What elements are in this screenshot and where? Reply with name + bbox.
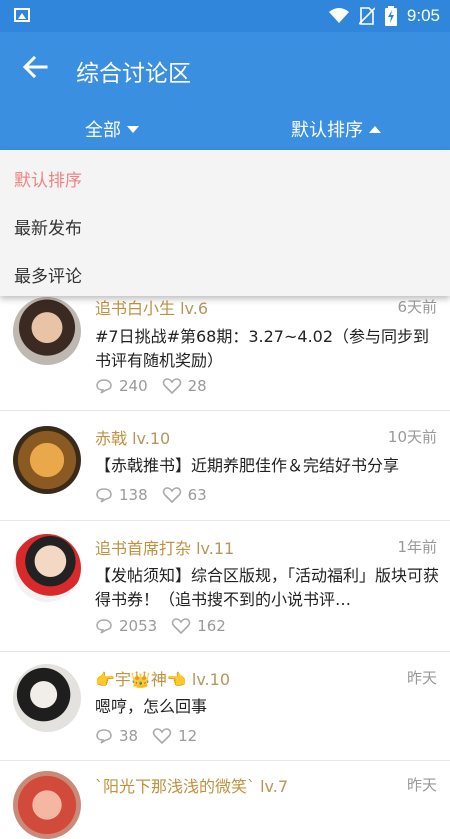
wifi-icon — [328, 8, 349, 23]
comment-icon — [96, 488, 112, 503]
page-title: 综合讨论区 — [76, 61, 191, 87]
sort-filter[interactable]: 默认排序 — [291, 116, 381, 142]
sort-filter-label: 默认排序 — [291, 120, 363, 141]
post-author[interactable]: 👉宇👑神👈 lv.10 — [95, 666, 230, 690]
post-stats: 240 28 — [95, 377, 207, 395]
post-title[interactable]: 【赤戟推书】近期养肥佳作＆完结好书分享 — [95, 454, 440, 478]
post-item[interactable]: `阳光下那浅浅的微笑` lv.7 昨天 — [0, 761, 450, 839]
comment-icon — [96, 729, 112, 744]
comment-count: 38 — [119, 727, 139, 745]
post-stats: 138 63 — [95, 486, 207, 504]
post-title[interactable]: #7日挑战#第68期：3.27~4.02（参与同步到书评有随机奖励） — [95, 325, 440, 373]
post-title[interactable]: 嗯哼，怎么回事 — [95, 695, 440, 719]
caret-down-icon — [127, 125, 139, 133]
like-count: 63 — [187, 486, 207, 504]
status-time: 9:05 — [406, 6, 440, 25]
back-arrow-icon[interactable] — [20, 52, 50, 82]
heart-icon — [152, 728, 172, 745]
caret-up-icon — [369, 125, 381, 133]
post-title[interactable]: 【发帖须知】综合区版规，「活动福利」版块可获得书券！（追书搜不到的小说书评… — [95, 564, 440, 612]
avatar[interactable] — [13, 771, 81, 839]
post-author[interactable]: 追书首席打杂 lv.11 — [95, 535, 234, 559]
post-stats: 38 12 — [95, 727, 197, 745]
comment-icon — [96, 619, 112, 634]
battery-charging-icon — [384, 6, 397, 26]
avatar[interactable] — [13, 426, 81, 494]
avatar[interactable] — [13, 534, 81, 602]
post-time: 6天前 — [397, 298, 437, 316]
sort-option-default[interactable]: 默认排序 — [14, 166, 82, 191]
post-author[interactable]: `阳光下那浅浅的微笑` lv.7 — [95, 773, 288, 797]
like-count: 12 — [178, 727, 198, 745]
comment-icon — [96, 379, 112, 394]
avatar[interactable] — [13, 297, 81, 365]
post-item[interactable]: 追书首席打杂 lv.11 1年前 【发帖须知】综合区版规，「活动福利」版块可获得… — [0, 521, 450, 652]
comment-count: 240 — [119, 377, 148, 395]
like-button[interactable]: 12 — [152, 727, 197, 745]
like-button[interactable]: 162 — [171, 617, 226, 635]
status-bar: 9:05 — [0, 0, 450, 32]
category-filter-label: 全部 — [85, 120, 121, 141]
avatar[interactable] — [13, 664, 81, 732]
heart-icon — [162, 378, 181, 395]
sort-dropdown-menu: 默认排序 最新发布 最多评论 — [0, 150, 450, 296]
post-item[interactable]: 赤戟 lv.10 10天前 【赤戟推书】近期养肥佳作＆完结好书分享 138 63 — [0, 411, 450, 521]
like-button[interactable]: 63 — [162, 486, 207, 504]
toolbar: 综合讨论区 全部 默认排序 — [0, 32, 450, 150]
heart-icon — [171, 618, 191, 635]
post-author[interactable]: 追书白小生 lv.6 — [95, 295, 208, 319]
like-count: 28 — [187, 377, 207, 395]
sort-option-newest[interactable]: 最新发布 — [14, 214, 82, 239]
post-time: 昨天 — [406, 669, 437, 687]
like-button[interactable]: 28 — [162, 377, 207, 395]
sort-option-most-comments[interactable]: 最多评论 — [14, 262, 82, 287]
no-sim-icon — [358, 7, 375, 25]
post-time: 1年前 — [397, 538, 437, 556]
comment-count: 2053 — [119, 617, 158, 635]
post-item[interactable]: 👉宇👑神👈 lv.10 昨天 嗯哼，怎么回事 38 12 — [0, 652, 450, 761]
post-stats: 2053 162 — [95, 617, 226, 635]
post-author[interactable]: 赤戟 lv.10 — [95, 425, 170, 449]
category-filter[interactable]: 全部 — [85, 116, 139, 142]
post-time: 昨天 — [406, 776, 437, 794]
post-time: 10天前 — [387, 428, 437, 446]
gallery-notification-icon — [14, 8, 30, 22]
like-count: 162 — [197, 617, 226, 635]
heart-icon — [162, 487, 181, 504]
comment-count: 138 — [119, 486, 148, 504]
